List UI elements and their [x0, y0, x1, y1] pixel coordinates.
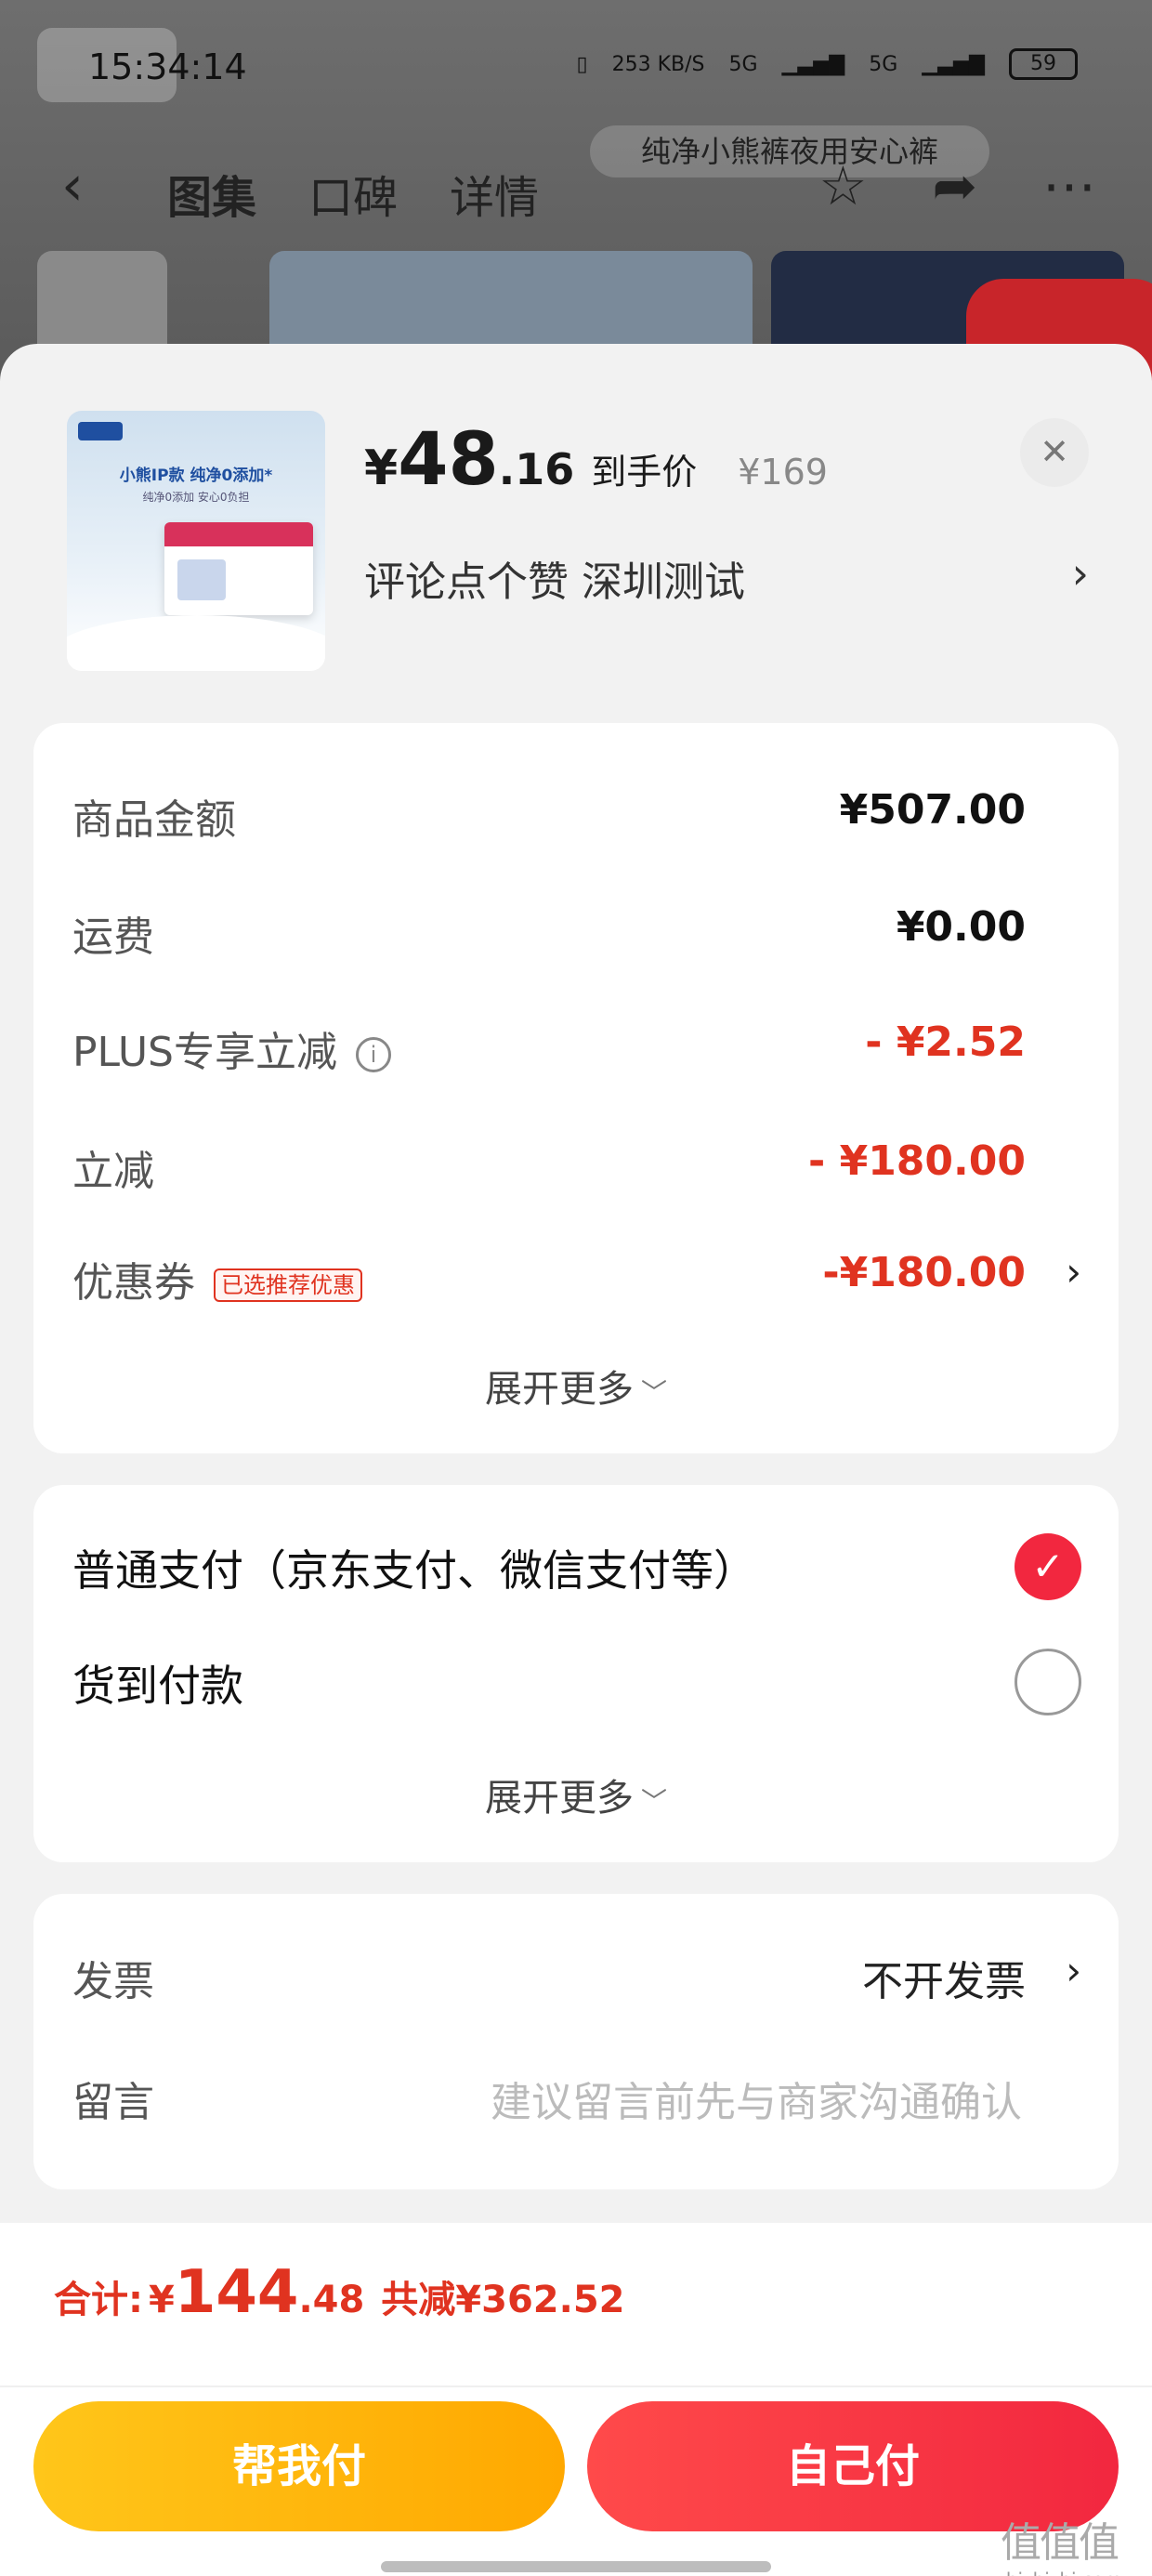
radio-unchecked[interactable]	[1015, 1649, 1081, 1715]
divider	[0, 2385, 1152, 2387]
thumbnail-headline: 小熊IP款 纯净0添加*	[119, 467, 273, 485]
chevron-down-icon: ﹀	[640, 1377, 667, 1408]
payment-label: 普通支付（京东支付、微信支付等）	[72, 1545, 756, 1596]
summary-label: PLUS专享立减	[72, 1029, 337, 1076]
more-icon[interactable]: ⋯	[1042, 153, 1096, 218]
watermark: 值值值 zhizhizhi.com	[985, 2509, 1133, 2576]
watermark-text: zhizhizhi.com	[985, 2569, 1133, 2576]
price-tag: 到手价	[591, 452, 698, 493]
tab-reviews[interactable]: 口碑	[308, 161, 398, 226]
original-price: ¥169	[738, 452, 828, 493]
spec-selector[interactable]: 评论点个赞 深圳测试 ›	[364, 548, 1089, 608]
extras-card: 发票 不开发票 › 留言 建议留言前先与商家沟通确认	[33, 1894, 1119, 2189]
info-icon[interactable]: i	[356, 1037, 391, 1072]
help-pay-button[interactable]: 帮我付	[33, 2401, 565, 2531]
total-currency: ¥	[149, 2279, 175, 2321]
watermark-logo: 值值值	[1001, 2519, 1119, 2567]
top-nav: ‹ 图集 口碑 详情 ☆ ➦ ⋯	[0, 153, 1152, 228]
tab-details[interactable]: 详情	[450, 161, 539, 226]
summary-row-shipping: 运费 ¥0.00	[72, 903, 1026, 968]
back-icon[interactable]: ‹	[61, 153, 84, 218]
chevron-down-icon: ﹀	[640, 1786, 667, 1817]
summary-label: 商品金额	[72, 796, 236, 844]
summary-value: ¥507.00	[839, 786, 1026, 834]
brand-mark	[78, 422, 123, 440]
summary-value: -¥180.00	[822, 1249, 1026, 1296]
vibrate-icon: ▯	[576, 52, 588, 76]
chevron-right-icon: ›	[1071, 548, 1089, 598]
payment-option-standard[interactable]: 普通支付（京东支付、微信支付等） ✓	[72, 1533, 1081, 1608]
summary-row-coupon[interactable]: 优惠券 已选推荐优惠 -¥180.00 ›	[72, 1249, 1081, 1314]
thumbnail-subtitle: 纯净0添加 安心0负担	[142, 491, 250, 504]
payment-method-card: 普通支付（京东支付、微信支付等） ✓ 货到付款 展开更多 ﹀	[33, 1485, 1119, 1862]
signal-icon-2: ▁▃▅▇	[922, 52, 985, 76]
checkout-footer: 合计: ¥ 144 .48 共减¥362.52 帮我付 自己付	[0, 2223, 1152, 2576]
invoice-label: 发票	[72, 1958, 154, 2005]
network-5g-1: 5G	[728, 52, 758, 76]
summary-label: 立减	[72, 1148, 154, 1195]
price-row: ¥ 48 .16 到手价 ¥169	[364, 418, 828, 502]
total-row: 合计: ¥ 144 .48 共减¥362.52	[54, 2258, 624, 2327]
tab-gallery[interactable]: 图集	[167, 161, 256, 226]
summary-label: 运费	[72, 913, 154, 961]
home-indicator[interactable]	[381, 2561, 771, 2572]
coupon-badge: 已选推荐优惠	[214, 1268, 362, 1302]
network-speed: 253 KB/S	[611, 52, 705, 76]
summary-label-group: 优惠券 已选推荐优惠	[72, 1249, 362, 1308]
price-integer: 48	[398, 418, 499, 502]
share-icon[interactable]: ➦	[932, 153, 977, 218]
spec-text: 评论点个赞 深圳测试	[364, 559, 745, 606]
price-summary-card: 商品金额 ¥507.00 运费 ¥0.00 PLUS专享立减 i - ¥2.52 …	[33, 723, 1119, 1453]
payment-label: 货到付款	[72, 1661, 243, 1711]
total-label: 合计:	[54, 2279, 143, 2321]
battery-icon: 59	[1009, 48, 1078, 80]
price-currency: ¥	[364, 440, 399, 496]
close-button[interactable]: ✕	[1020, 418, 1089, 487]
summary-label: 优惠券	[72, 1259, 195, 1307]
status-icons: ▯ 253 KB/S 5G ▁▃▅▇ 5G ▁▃▅▇ 59	[577, 48, 1078, 80]
message-label: 留言	[72, 2079, 154, 2126]
status-bar: 15:34:14 ▯ 253 KB/S 5G ▁▃▅▇ 5G ▁▃▅▇ 59	[0, 37, 1152, 102]
summary-value: ¥0.00	[896, 903, 1026, 951]
checkout-sheet: 小熊IP款 纯净0添加* 纯净0添加 安心0负担 ¥ 48 .16 到手价 ¥1…	[0, 344, 1152, 2576]
status-time: 15:34:14	[88, 46, 247, 87]
price-decimal: .16	[498, 444, 575, 494]
summary-row-plus: PLUS专享立减 i - ¥2.52	[72, 1019, 1026, 1084]
expand-label: 展开更多	[484, 1777, 634, 1820]
expand-label: 展开更多	[484, 1368, 634, 1411]
product-header: 小熊IP款 纯净0添加* 纯净0添加 安心0负担 ¥ 48 .16 到手价 ¥1…	[0, 344, 1152, 716]
total-decimal: .48	[298, 2279, 365, 2321]
cloud-decoration	[67, 615, 325, 671]
network-5g-2: 5G	[869, 52, 898, 76]
invoice-row[interactable]: 发票 不开发票 ›	[72, 1948, 1081, 2013]
summary-label-group: PLUS专享立减 i	[72, 1019, 391, 1078]
signal-icon: ▁▃▅▇	[781, 52, 845, 76]
product-box-image	[164, 522, 313, 615]
total-integer: 144	[174, 2258, 299, 2327]
background-product-page: 15:34:14 ▯ 253 KB/S 5G ▁▃▅▇ 5G ▁▃▅▇ 59 纯…	[0, 0, 1152, 390]
message-input[interactable]: 建议留言前先与商家沟通确认	[491, 2069, 1022, 2128]
message-row[interactable]: 留言 建议留言前先与商家沟通确认	[72, 2069, 1022, 2134]
expand-more-button[interactable]: 展开更多 ﹀	[33, 1359, 1119, 1413]
chevron-right-icon: ›	[1066, 1948, 1081, 1993]
invoice-value: 不开发票	[862, 1958, 1026, 2005]
summary-value: - ¥180.00	[808, 1137, 1026, 1185]
summary-row-discount: 立减 - ¥180.00	[72, 1137, 1026, 1203]
product-thumbnail: 小熊IP款 纯净0添加* 纯净0添加 安心0负担	[67, 411, 325, 671]
close-icon: ✕	[1040, 431, 1069, 472]
favorite-star-icon[interactable]: ☆	[818, 153, 867, 218]
total-saved: 共减¥362.52	[381, 2279, 625, 2321]
expand-more-button[interactable]: 展开更多 ﹀	[33, 1768, 1119, 1821]
chevron-right-icon: ›	[1066, 1249, 1081, 1295]
summary-value: - ¥2.52	[865, 1019, 1026, 1066]
summary-row-goods: 商品金额 ¥507.00	[72, 786, 1026, 851]
check-icon[interactable]: ✓	[1015, 1533, 1081, 1600]
payment-option-cod[interactable]: 货到付款	[72, 1649, 1081, 1723]
